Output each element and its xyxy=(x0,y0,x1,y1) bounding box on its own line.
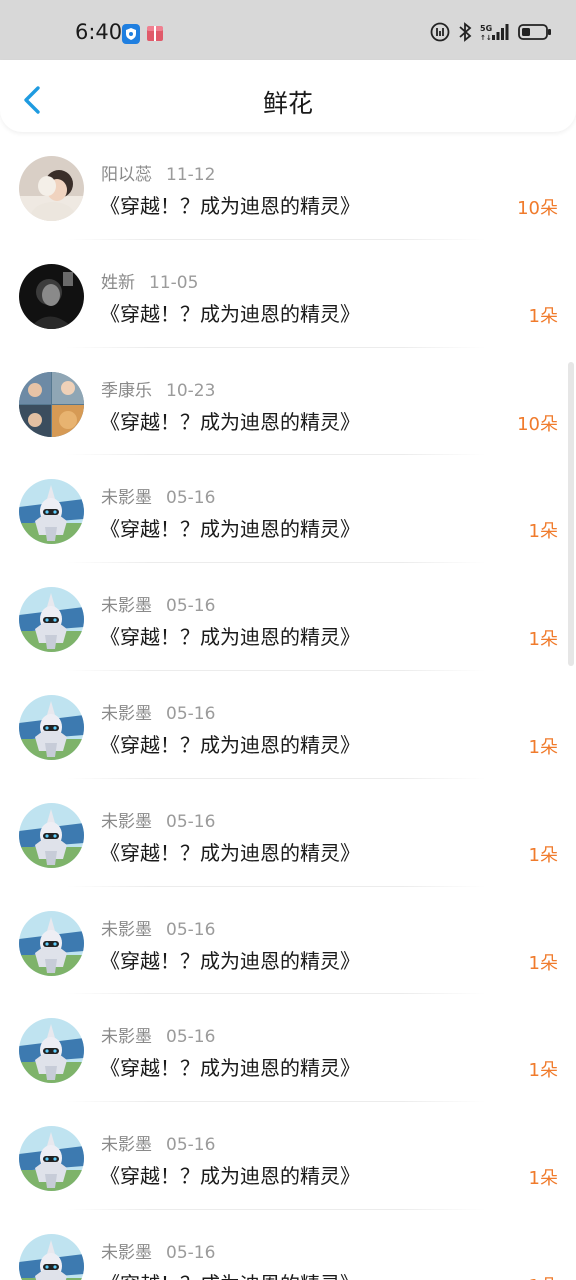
user-name: 未影墨 xyxy=(101,596,152,617)
flower-count: 10朵 xyxy=(517,413,558,435)
hd-call-icon xyxy=(430,22,450,42)
flower-count: 1朵 xyxy=(528,521,558,543)
list-item[interactable]: 未影墨 05-16 《穿越！？成为迪恩的精灵》 1朵 xyxy=(0,1102,576,1210)
flower-count: 1朵 xyxy=(528,736,558,758)
item-meta: 未影墨 05-16 xyxy=(101,483,215,508)
user-name: 阳以蕊 xyxy=(101,165,152,185)
book-title: 《穿越！？成为迪恩的精灵》 xyxy=(100,1056,360,1081)
item-date: 10-23 xyxy=(166,380,216,401)
item-date: 05-16 xyxy=(166,703,216,724)
battery-icon xyxy=(518,24,551,40)
header: 鲜花 xyxy=(0,60,576,132)
book-title: 《穿越！？成为迪恩的精灵》 xyxy=(100,625,360,650)
item-meta: 未影墨 05-16 xyxy=(101,1022,215,1047)
item-date: 11-12 xyxy=(166,165,216,185)
list-item[interactable]: 未影墨 05-16 《穿越！？成为迪恩的精灵》 1朵 xyxy=(0,563,576,671)
svg-text:↑↓: ↑↓ xyxy=(480,34,492,42)
list-item[interactable]: 未影墨 05-16 《穿越！？成为迪恩的精灵》 1朵 xyxy=(0,1210,576,1280)
book-title: 《穿越！？成为迪恩的精灵》 xyxy=(100,1268,360,1280)
user-name: 未影墨 xyxy=(101,1135,152,1156)
item-meta: 季康乐 10-23 xyxy=(101,376,215,401)
item-meta: 未影墨 05-16 xyxy=(101,1130,215,1155)
list-item[interactable]: 未影墨 05-16 《穿越！？成为迪恩的精灵》 1朵 xyxy=(0,671,576,779)
flower-count: 1朵 xyxy=(528,952,558,974)
shield-icon xyxy=(122,24,140,44)
flower-count: 1朵 xyxy=(528,305,558,327)
flower-count: 1朵 xyxy=(528,1168,558,1190)
flower-count: 1朵 xyxy=(529,1272,558,1280)
avatar xyxy=(19,1126,84,1192)
book-title: 《穿越！？成为迪恩的精灵》 xyxy=(100,732,360,757)
bluetooth-icon xyxy=(459,22,472,42)
svg-text:5G: 5G xyxy=(480,24,492,33)
list-item[interactable]: 未影墨 05-16 《穿越！？成为迪恩的精灵》 1朵 xyxy=(0,779,576,887)
user-name: 季康乐 xyxy=(101,380,152,401)
app-notification-icon xyxy=(147,26,163,41)
avatar xyxy=(19,263,84,329)
avatar xyxy=(19,371,84,437)
avatar xyxy=(19,694,84,760)
page-title: 鲜花 xyxy=(262,89,313,118)
signal-5g-icon: 5G ↑↓ xyxy=(480,24,509,42)
item-date: 05-16 xyxy=(166,1027,216,1048)
item-meta: 未影墨 05-16 xyxy=(101,591,215,616)
item-meta: 未影墨 05-16 xyxy=(101,699,215,724)
flower-count: 1朵 xyxy=(528,1060,558,1082)
user-name: 未影墨 xyxy=(101,1242,152,1263)
avatar xyxy=(19,156,84,221)
item-meta: 未影墨 05-16 xyxy=(101,915,215,940)
user-name: 未影墨 xyxy=(101,1027,152,1048)
book-title: 《穿越！？成为迪恩的精灵》 xyxy=(100,840,360,865)
avatar xyxy=(19,1233,84,1280)
list-item[interactable]: 未影墨 05-16 《穿越！？成为迪恩的精灵》 1朵 xyxy=(0,455,576,564)
user-name: 未影墨 xyxy=(101,488,152,509)
book-title: 《穿越！？成为迪恩的精灵》 xyxy=(100,1164,360,1189)
flower-list: 阳以蕊 11-12 《穿越！？成为迪恩的精灵》 10朵 姓新 11-05 《穿越！？… xyxy=(0,132,576,1280)
user-name: 未影墨 xyxy=(101,703,152,724)
avatar xyxy=(19,1018,84,1084)
status-bar: 6:40 5G ↑↓ xyxy=(0,0,576,60)
item-date: 05-16 xyxy=(166,596,216,617)
scrollbar[interactable] xyxy=(568,362,574,666)
book-title: 《穿越！？成为迪恩的精灵》 xyxy=(100,409,360,434)
avatar xyxy=(19,802,84,868)
user-name: 姓新 xyxy=(101,272,135,293)
list-item[interactable]: 未影墨 05-16 《穿越！？成为迪恩的精灵》 1朵 xyxy=(0,887,576,995)
book-title: 《穿越！？成为迪恩的精灵》 xyxy=(100,948,360,973)
item-meta: 未影墨 05-16 xyxy=(101,807,215,832)
item-meta: 阳以蕊 11-12 xyxy=(101,160,215,185)
item-date: 05-16 xyxy=(166,1135,216,1156)
item-meta: 姓新 11-05 xyxy=(101,268,198,293)
status-time: 6:40 xyxy=(75,20,123,44)
book-title: 《穿越！？成为迪恩的精灵》 xyxy=(100,517,360,542)
avatar xyxy=(19,587,84,653)
avatar xyxy=(19,479,84,545)
item-date: 05-16 xyxy=(166,811,216,832)
flower-count: 1朵 xyxy=(528,844,558,866)
book-title: 《穿越！？成为迪恩的精灵》 xyxy=(100,301,360,326)
item-meta: 未影墨 05-16 xyxy=(101,1238,215,1263)
flower-count: 1朵 xyxy=(528,629,558,651)
list-item[interactable]: 未影墨 05-16 《穿越！？成为迪恩的精灵》 1朵 xyxy=(0,994,576,1103)
user-name: 未影墨 xyxy=(101,919,152,940)
item-date: 05-16 xyxy=(166,919,216,940)
list-item[interactable]: 姓新 11-05 《穿越！？成为迪恩的精灵》 1朵 xyxy=(0,240,576,348)
book-title: 《穿越！？成为迪恩的精灵》 xyxy=(100,194,360,218)
item-date: 05-16 xyxy=(166,488,216,509)
status-icons: 5G ↑↓ xyxy=(430,22,552,42)
avatar xyxy=(19,910,84,976)
list-item[interactable]: 季康乐 10-23 《穿越！？成为迪恩的精灵》 10朵 xyxy=(0,348,576,456)
flower-count: 10朵 xyxy=(517,198,558,219)
item-date: 05-16 xyxy=(166,1242,216,1263)
user-name: 未影墨 xyxy=(101,811,152,832)
item-date: 11-05 xyxy=(149,272,199,293)
list-item[interactable]: 阳以蕊 11-12 《穿越！？成为迪恩的精灵》 10朵 xyxy=(0,132,576,240)
